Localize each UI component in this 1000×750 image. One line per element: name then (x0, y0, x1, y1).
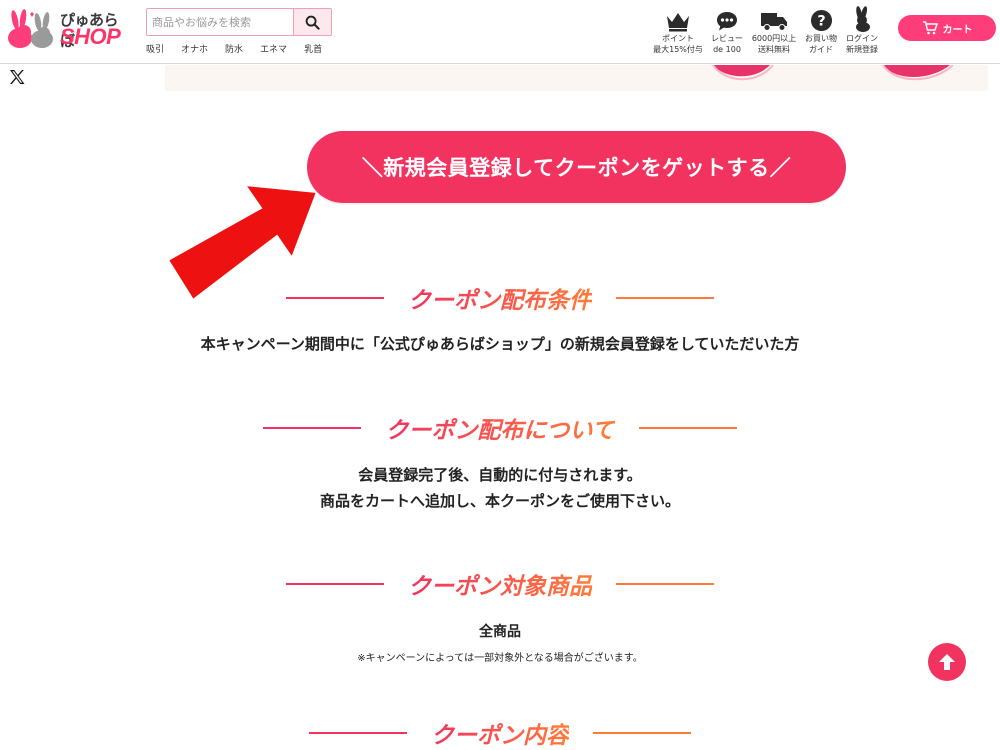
target-note: ※キャンペーンによっては一部対象外となる場合がございます。 (357, 653, 643, 664)
heading-rule-right (638, 427, 737, 429)
svg-text:?: ? (817, 13, 825, 29)
target-text: 全商品 (479, 624, 521, 640)
site-header: ぴゅあらば SHOP 吸引 オナホ 防水 エネマ 乳首 ポイント 最大15%付与 (0, 0, 1000, 64)
login-label-2: 新規登録 (846, 45, 878, 54)
heading-rule-left (286, 583, 384, 585)
truck-icon (761, 13, 787, 31)
section-heading-target: クーポン対象商品 (0, 567, 1000, 601)
rabbits-logo-icon (8, 9, 53, 48)
heading-rule-right (616, 297, 714, 299)
cart-icon (922, 21, 938, 35)
heading-rule-left (309, 732, 407, 734)
heading-rule-right (593, 732, 691, 734)
search-button[interactable] (293, 9, 331, 35)
x-share-icon[interactable] (8, 68, 26, 86)
site-logo[interactable]: ぴゅあらば SHOP (4, 6, 132, 50)
points-label-1: ポイント (662, 34, 694, 43)
review-label-2: de 100 (713, 45, 741, 54)
quick-link-onahole[interactable]: オナホ (181, 42, 208, 55)
quick-link-enema[interactable]: エネマ (260, 42, 287, 55)
shipping-label-1: 6000円以上 (751, 34, 797, 43)
search-box (146, 8, 332, 36)
login-label-1: ログイン (846, 34, 878, 43)
heading-rule-left (286, 297, 384, 299)
register-coupon-button[interactable]: ＼新規会員登録してクーポンをゲットする／ (307, 131, 846, 203)
logo-text-shop: SHOP (60, 24, 121, 49)
shipping-label-2: 送料無料 (758, 45, 790, 54)
quick-links: 吸引 オナホ 防水 エネマ 乳首 (146, 42, 339, 55)
login-link[interactable]: ログイン 新規登録 (836, 6, 888, 54)
hero-banner-bottom (165, 65, 988, 91)
search-input[interactable] (147, 9, 293, 35)
points-label-2: 最大15%付与 (653, 45, 703, 54)
quick-link-suction[interactable]: 吸引 (146, 42, 164, 55)
section-heading-distribution: クーポン配布について (0, 411, 1000, 445)
section-heading-contents: クーポン内容 (0, 716, 1000, 750)
conditions-text: 本キャンペーン期間中に「公式ぴゅあらばショップ」の新規会員登録をしていただいた方 (200, 335, 800, 353)
distribution-text-2: 商品をカートへ追加し、本クーポンをご使用下さい。 (319, 492, 680, 510)
section-title-target: クーポン対象商品 (408, 567, 592, 601)
section-title-distribution: クーポン配布について (385, 411, 614, 445)
heading-rule-left (263, 427, 362, 429)
banner-decoration (712, 65, 954, 81)
review-label-1: レビュー (711, 34, 743, 43)
section-title-contents: クーポン内容 (431, 716, 569, 750)
crown-icon (667, 13, 689, 32)
cart-label: カート (942, 24, 973, 36)
heading-rule-right (616, 583, 714, 585)
search-icon (305, 15, 320, 30)
cart-button[interactable]: カート (898, 15, 996, 41)
section-title-conditions: クーポン配布条件 (408, 281, 592, 315)
points-link[interactable]: ポイント 最大15%付与 (652, 6, 704, 54)
distribution-text-1: 会員登録完了後、自動的に付与されます。 (358, 466, 642, 484)
shipping-link[interactable]: 6000円以上 送料無料 (748, 6, 800, 54)
chat-bubble-icon (717, 12, 737, 31)
quick-link-nipple[interactable]: 乳首 (304, 42, 322, 55)
rabbit-icon (856, 6, 870, 32)
review-link[interactable]: レビュー de 100 (701, 6, 753, 54)
quick-link-waterproof[interactable]: 防水 (225, 42, 243, 55)
arrow-up-icon (939, 654, 955, 670)
back-to-top-button[interactable] (928, 643, 966, 681)
section-heading-conditions: クーポン配布条件 (0, 281, 1000, 315)
question-icon: ? (810, 9, 832, 32)
